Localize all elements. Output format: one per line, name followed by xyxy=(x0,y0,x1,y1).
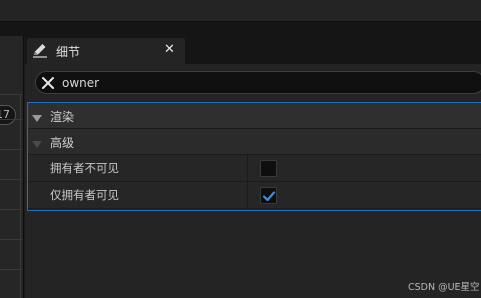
property-label: 拥有者不可见 xyxy=(50,161,119,175)
tab-bar: 细节 ✕ xyxy=(25,36,481,64)
watermark: CSDN @UE星空 xyxy=(408,282,480,293)
property-label: 仅拥有者可见 xyxy=(50,188,119,202)
property-row-only-owner-see: 仅拥有者可见 xyxy=(28,182,481,209)
only-owner-see-checkbox[interactable] xyxy=(260,187,277,204)
close-tab-button[interactable]: ✕ xyxy=(164,42,175,57)
tab-details[interactable]: 细节 ✕ xyxy=(27,38,185,64)
category-label: 渲染 xyxy=(50,110,75,124)
search-input[interactable] xyxy=(62,73,462,92)
category-label: 高级 xyxy=(50,136,75,150)
chevron-down-icon xyxy=(32,138,42,148)
category-advanced[interactable]: 高级 xyxy=(28,129,481,155)
owner-no-see-checkbox[interactable] xyxy=(260,160,277,177)
close-icon[interactable] xyxy=(41,76,55,90)
grid-vertical-line xyxy=(20,94,21,298)
property-list: 渲染 高级 拥有者不可见 仅拥有者可见 xyxy=(27,102,481,211)
column-divider xyxy=(247,155,248,182)
top-toolbar xyxy=(0,0,481,22)
category-rendering[interactable]: 渲染 xyxy=(28,103,481,129)
checkmark-icon xyxy=(262,191,276,202)
search-box xyxy=(35,71,481,94)
property-row-owner-no-see: 拥有者不可见 xyxy=(28,155,481,182)
pencil-icon xyxy=(32,42,48,58)
column-divider xyxy=(247,182,248,209)
left-panel-edge: 17 xyxy=(0,36,24,298)
toolbar-separator xyxy=(0,22,481,36)
details-panel: 渲染 高级 拥有者不可见 仅拥有者可见 xyxy=(25,64,481,298)
tab-title: 细节 xyxy=(56,45,81,59)
chevron-down-icon xyxy=(32,112,42,122)
